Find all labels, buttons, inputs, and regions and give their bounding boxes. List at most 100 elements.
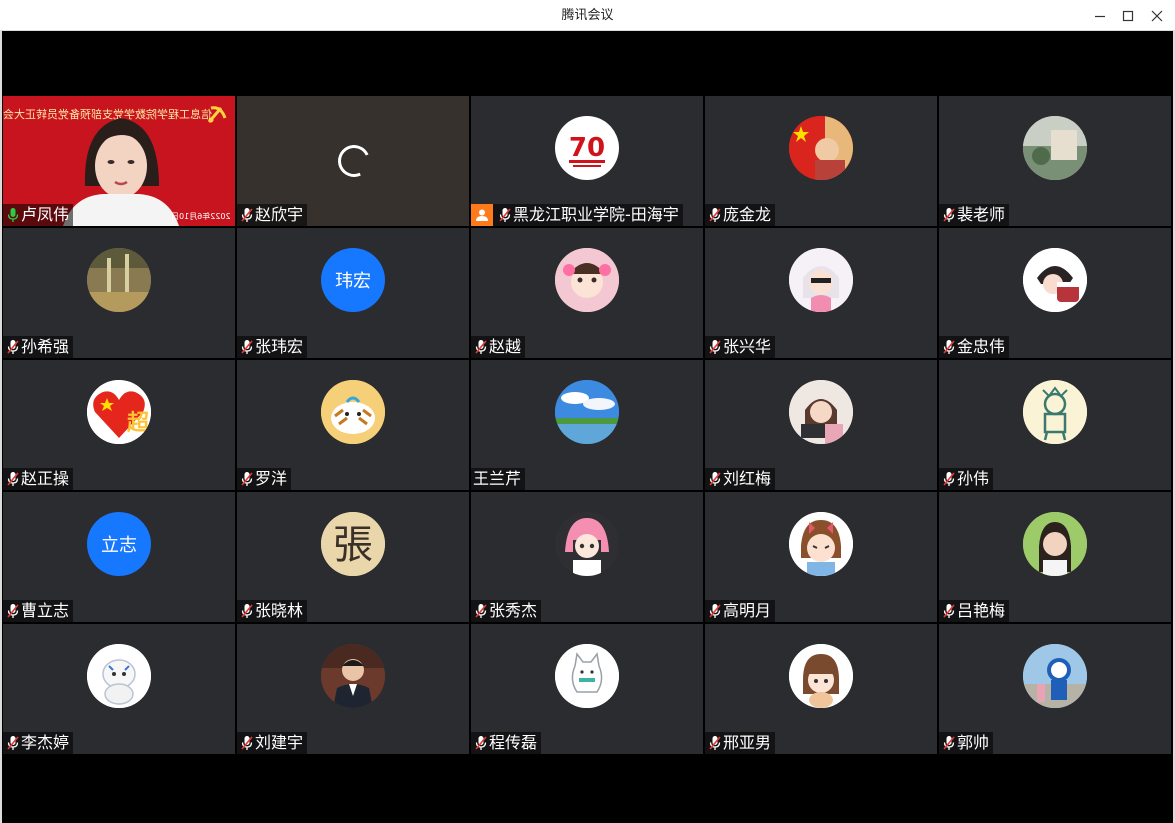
participant-tile[interactable]: 裴老师 — [939, 96, 1171, 226]
maximize-icon — [1122, 10, 1134, 21]
participant-tile[interactable]: 李杰婷 — [3, 624, 235, 754]
participant-tile[interactable]: 吕艳梅 — [939, 492, 1171, 622]
avatar — [87, 248, 151, 312]
avatar — [1023, 380, 1087, 444]
participant-name-bar: 孙希强 — [3, 336, 74, 358]
avatar — [1023, 116, 1087, 180]
microphone-muted-icon — [942, 338, 956, 356]
video-datestamp: 2022年6月10日 — [171, 212, 231, 221]
participant-tile[interactable]: 刘红梅 — [705, 360, 937, 490]
avatar — [87, 644, 151, 708]
avatar — [555, 512, 619, 576]
participant-name-bar: 庞金龙 — [705, 204, 776, 226]
participant-name-bar: 裴老师 — [939, 204, 1010, 226]
participant-tile[interactable]: 超赵正操 — [3, 360, 235, 490]
microphone-muted-icon — [240, 206, 254, 224]
avatar — [555, 644, 619, 708]
microphone-muted-icon — [708, 206, 722, 224]
microphone-muted-icon — [708, 734, 722, 752]
participant-tile[interactable]: 孙希强 — [3, 228, 235, 358]
close-button[interactable] — [1140, 0, 1174, 31]
avatar: 立志 — [87, 512, 151, 576]
participant-tile[interactable]: 罗洋 — [237, 360, 469, 490]
microphone-muted-icon — [708, 338, 722, 356]
participant-tile[interactable]: 郭帅 — [939, 624, 1171, 754]
microphone-muted-icon — [240, 602, 254, 620]
participant-name-bar: 高明月 — [705, 600, 776, 622]
participant-name: 李杰婷 — [21, 733, 70, 752]
participant-tile[interactable]: 70 黑龙江职业学院-田海宇 — [471, 96, 703, 226]
svg-text:張: 張 — [333, 522, 373, 568]
participant-tile[interactable]: 庞金龙 — [705, 96, 937, 226]
microphone-muted-icon — [498, 206, 512, 224]
avatar — [1023, 248, 1087, 312]
participant-name: 裴老师 — [957, 205, 1006, 224]
participant-tile[interactable]: 邢亚男 — [705, 624, 937, 754]
participant-tile[interactable]: 王兰芹 — [471, 360, 703, 490]
svg-text:70: 70 — [569, 133, 605, 163]
participant-name: 卢凤伟 — [21, 205, 70, 224]
participant-tile[interactable]: 张兴华 — [705, 228, 937, 358]
participant-name-bar: 张晓林 — [237, 600, 308, 622]
microphone-muted-icon — [474, 734, 488, 752]
participant-name-bar: 刘红梅 — [705, 468, 776, 490]
minimize-icon — [1095, 15, 1105, 17]
participant-name: 赵欣宇 — [255, 205, 304, 224]
microphone-muted-icon — [240, 338, 254, 356]
avatar — [789, 644, 853, 708]
participant-tile[interactable]: 刘建宇 — [237, 624, 469, 754]
avatar — [789, 116, 853, 180]
avatar — [555, 380, 619, 444]
window-title: 腾讯会议 — [561, 8, 614, 23]
participant-name-bar: 吕艳梅 — [939, 600, 1010, 622]
avatar: 玮宏 — [321, 248, 385, 312]
avatar: 70 — [555, 116, 619, 180]
participant-tile[interactable]: 信息工程学院数学党支部预备党员转正大会 2022年6月10日 卢凤伟 — [3, 96, 235, 226]
participant-tile[interactable]: 張张晓林 — [237, 492, 469, 622]
avatar — [555, 248, 619, 312]
participant-name-bar: 邢亚男 — [705, 732, 776, 754]
participant-name-bar: 赵正操 — [3, 468, 74, 490]
participant-name: 张晓林 — [255, 601, 304, 620]
title-bar: 腾讯会议 — [0, 0, 1175, 31]
participant-name: 高明月 — [723, 601, 772, 620]
participant-tile[interactable]: 孙伟 — [939, 360, 1171, 490]
participant-name-bar: 王兰芹 — [471, 468, 526, 490]
avatar: 超 — [87, 380, 151, 444]
participant-tile[interactable]: 赵越 — [471, 228, 703, 358]
microphone-muted-icon — [474, 602, 488, 620]
microphone-muted-icon — [6, 338, 20, 356]
participant-name: 刘红梅 — [723, 469, 772, 488]
participant-name-bar: 郭帅 — [939, 732, 994, 754]
avatar — [1023, 512, 1087, 576]
participant-name: 张秀杰 — [489, 601, 538, 620]
participant-name: 孙希强 — [21, 337, 70, 356]
microphone-muted-icon — [942, 470, 956, 488]
participant-name: 庞金龙 — [723, 205, 772, 224]
participant-name-bar: 赵欣宇 — [237, 204, 308, 226]
participant-name: 黑龙江职业学院-田海宇 — [513, 205, 679, 224]
avatar: 張 — [321, 512, 385, 576]
participant-tile[interactable]: 玮宏 张玮宏 — [237, 228, 469, 358]
participant-grid: 信息工程学院数学党支部预备党员转正大会 2022年6月10日 卢凤伟 赵欣宇 70 黑龙… — [3, 96, 1171, 755]
participant-tile[interactable]: 赵欣宇 — [237, 96, 469, 226]
participant-name: 赵越 — [489, 337, 522, 356]
participant-name: 吕艳梅 — [957, 601, 1006, 620]
participant-tile[interactable]: 高明月 — [705, 492, 937, 622]
participant-name-bar: 卢凤伟 — [3, 204, 74, 226]
participant-tile[interactable]: 程传磊 — [471, 624, 703, 754]
avatar — [1023, 644, 1087, 708]
participant-name: 金忠伟 — [957, 337, 1006, 356]
microphone-muted-icon — [708, 602, 722, 620]
close-icon — [1151, 10, 1163, 21]
participant-name-bar: 张秀杰 — [471, 600, 542, 622]
avatar — [321, 380, 385, 444]
participant-name-bar: 罗洋 — [237, 468, 292, 490]
loading-spinner-icon — [333, 140, 375, 182]
participant-tile[interactable]: 金忠伟 — [939, 228, 1171, 358]
microphone-muted-icon — [6, 734, 20, 752]
microphone-muted-icon — [942, 602, 956, 620]
participant-name: 刘建宇 — [255, 733, 304, 752]
participant-tile[interactable]: 张秀杰 — [471, 492, 703, 622]
participant-tile[interactable]: 立志 曹立志 — [3, 492, 235, 622]
